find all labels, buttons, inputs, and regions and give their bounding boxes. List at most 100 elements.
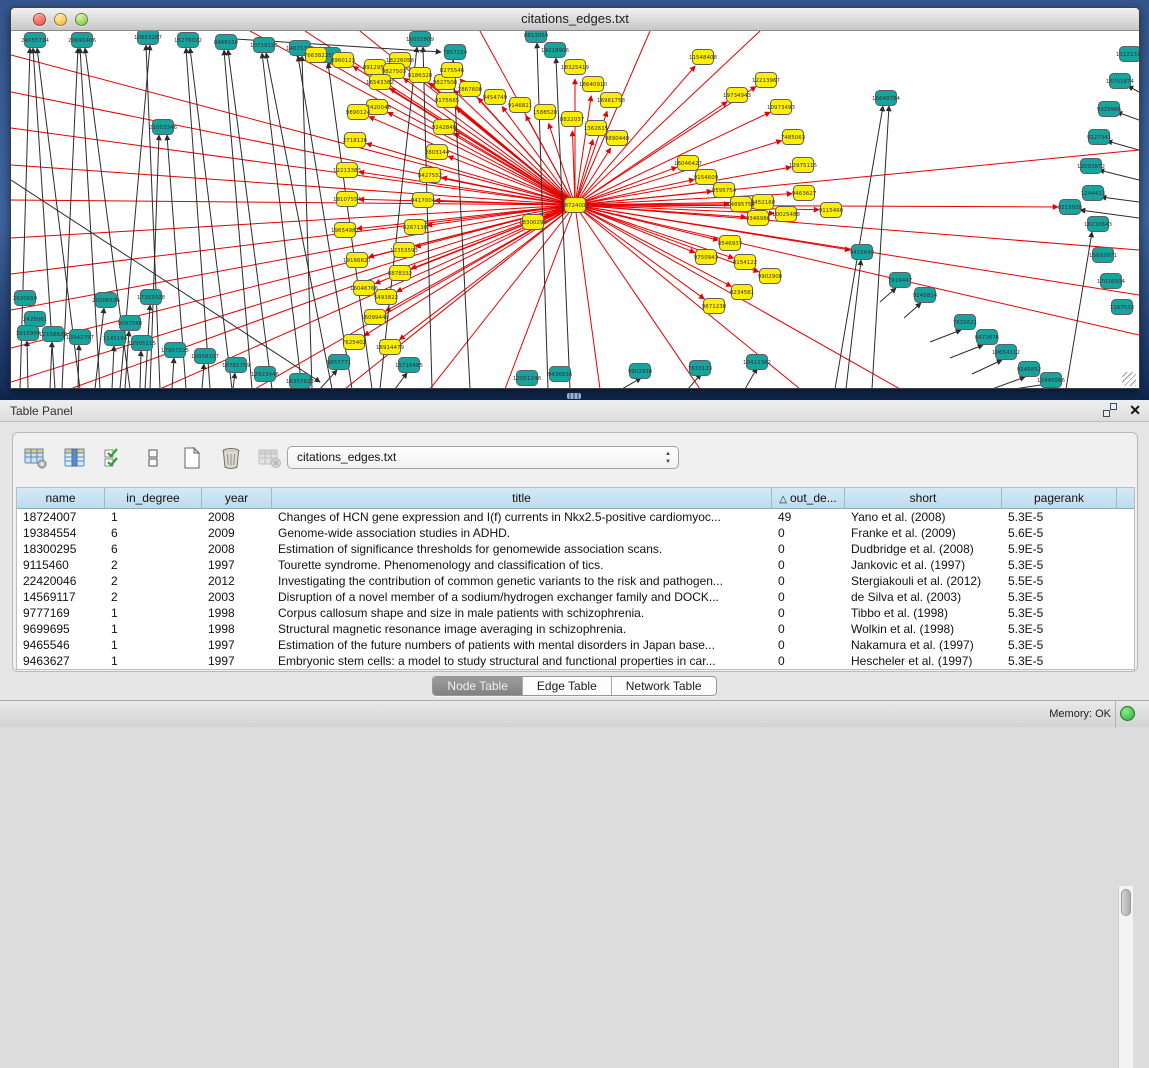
new-document-icon[interactable] [179,445,205,471]
graph-node-8822037[interactable]: 8822037 [560,112,585,127]
graph-node-7663822[interactable]: 7663822 [304,48,329,63]
graph-node-7485063[interactable]: 7485063 [781,130,806,145]
graph-node-8471676[interactable]: 8471676 [975,330,1000,345]
graph-node-7632621[interactable]: 7632621 [953,315,978,330]
graph-node-16961758[interactable]: 16961758 [597,93,625,108]
graph-node-13942757[interactable]: 13942757 [66,330,94,345]
graph-node-15716485[interactable]: 15716485 [395,358,423,373]
graph-node-15692971[interactable]: 15692971 [1089,248,1117,263]
graph-node-19734943[interactable]: 19734943 [723,88,751,103]
citation-network-graph[interactable]: 2405572420691406106532871527602284661601… [11,31,1139,388]
table-row[interactable]: 1456911722003Disruption of a novel membe… [17,589,1134,605]
graph-node-10654112[interactable]: 10654112 [992,345,1020,360]
table-row[interactable]: 977716911998Corpus callosum shape and si… [17,605,1134,621]
graph-node-12093872[interactable]: 12093872 [1077,159,1105,174]
graph-node-17957225[interactable]: 17957225 [161,343,189,358]
column-header-pagerank[interactable]: pagerank [1002,488,1117,508]
graph-node-8813054[interactable]: 8813054 [524,31,549,43]
graph-node-16914479[interactable]: 16914479 [376,340,404,355]
graph-node-17353928[interactable]: 17353928 [137,290,165,305]
graph-node-20206536[interactable]: 20206536 [92,293,120,308]
graph-node-2620659[interactable]: 2620659 [13,291,38,306]
delete-trash-icon[interactable] [218,445,244,471]
graph-node-9417004[interactable]: 9417004 [411,193,436,208]
graph-node-24055724[interactable]: 24055724 [21,33,49,48]
graph-node-9245852[interactable]: 9245852 [1017,362,1042,377]
graph-node-12156829[interactable]: 12156829 [39,327,67,342]
graph-node-17016504[interactable]: 17016504 [1097,274,1125,289]
graph-node-8427552[interactable]: 8427552 [418,168,443,183]
graph-node-1362615[interactable]: 1362615 [584,121,609,136]
table-row[interactable]: 1872400712008Changes of HCN gene express… [17,509,1134,525]
graph-node-8960123[interactable]: 8960123 [331,53,356,68]
graph-node-12923446[interactable]: 12923446 [251,367,279,382]
network-canvas[interactable]: 2405572420691406106532871527602284661601… [11,31,1139,388]
graph-node-8275546[interactable]: 8275546 [440,63,465,78]
graph-node-8595754[interactable]: 8595754 [712,183,737,198]
graph-node-20691406[interactable]: 20691406 [68,33,96,48]
table-source-combobox[interactable]: citations_edges.txt ▲▼ [287,446,679,469]
merge-rows-icon[interactable] [140,445,166,471]
graph-node-9175685[interactable]: 9175685 [435,93,460,108]
table-row[interactable]: 946362711997Embryonic stem cells: a mode… [17,653,1134,669]
graph-node-1145194[interactable]: 1145194 [103,331,128,346]
table-row[interactable]: 911546021997Tourette syndrome. Phenomeno… [17,557,1134,573]
panel-divider-grip[interactable] [567,393,581,399]
graph-node-8267130[interactable]: 8267130 [403,220,428,235]
graph-node-18640910[interactable]: 18640910 [579,77,607,92]
float-panel-icon[interactable] [1103,403,1117,417]
graph-node-8154122[interactable]: 8154122 [733,255,758,270]
graph-node-8546937[interactable]: 8546937 [718,236,743,251]
graph-node-9097588[interactable]: 9097588 [118,316,143,331]
graph-node-19166827[interactable]: 19166827 [343,253,371,268]
column-header-name[interactable]: name [17,488,105,508]
graph-node-7857224[interactable]: 7857224 [443,45,468,60]
window-resize-grip[interactable] [1122,372,1136,386]
graph-node-9890448[interactable]: 9890448 [605,131,630,146]
graph-node-18107554[interactable]: 18107554 [333,192,361,207]
graph-node-7633133[interactable]: 7633133 [688,361,713,376]
table-row[interactable]: 1830029562008Estimation of significance … [17,541,1134,557]
column-header-in_degree[interactable]: in_degree [105,488,202,508]
graph-node-2718126[interactable]: 2718126 [343,133,368,148]
graph-node-9242848[interactable]: 9242848 [432,120,457,135]
scrollbar-thumb[interactable] [1121,889,1131,916]
close-panel-icon[interactable]: ✕ [1129,403,1141,417]
column-header-title[interactable]: title [272,488,772,508]
column-header-short[interactable]: short [845,488,1002,508]
graph-node-9890124[interactable]: 9890124 [346,105,371,120]
graph-node-12445566[interactable]: 12445566 [1037,373,1065,388]
graph-node-16648784[interactable]: 16648784 [872,91,900,106]
table-settings-icon[interactable] [23,445,49,471]
graph-node-12353593[interactable]: 12353593 [390,243,418,258]
graph-node-8234561[interactable]: 8234561 [730,285,755,300]
graph-node-1588520[interactable]: 1588520 [533,105,558,120]
table-vertical-scrollbar[interactable] [1118,886,1133,1068]
memory-ok-icon[interactable] [1120,706,1135,721]
graph-node-14895754[interactable]: 14895754 [727,197,755,212]
graph-node-8186328[interactable]: 8186328 [408,68,433,83]
graph-node-21053346[interactable]: 21053346 [149,120,177,135]
graph-node-18325419[interactable]: 18325419 [561,60,589,75]
table-row[interactable]: 946554611997Estimation of the future num… [17,637,1134,653]
graph-node-9750943[interactable]: 9750943 [694,250,719,265]
graph-node-8454749[interactable]: 8454749 [483,90,508,105]
tab-network-table[interactable]: Network Table [611,677,716,695]
graph-node-1244413[interactable]: 1244413 [1081,186,1106,201]
graph-node-12975115[interactable]: 12975115 [789,158,817,173]
graph-node-8878332[interactable]: 8878332 [388,266,413,281]
graph-node-9115460[interactable]: 9115460 [819,203,844,218]
graph-node-9329966[interactable]: 9329966 [1097,102,1122,117]
column-header-out_de[interactable]: △out_de... [772,488,845,508]
graph-node-9857771[interactable]: 9857771 [327,355,352,370]
graph-node-19654982[interactable]: 19654982 [331,223,359,238]
graph-node-16046766[interactable]: 16046766 [350,281,378,296]
graph-node-8466160[interactable]: 8466160 [214,35,239,50]
graph-node-19218906[interactable]: 19218906 [541,43,569,58]
graph-node-7625402[interactable]: 7625402 [342,335,367,350]
graph-node-9463627[interactable]: 9463627 [792,186,817,201]
close-window-icon[interactable] [33,13,46,26]
graph-node-16543382[interactable]: 16543382 [366,75,394,90]
graph-node-10412382[interactable]: 10412382 [743,355,771,370]
graph-node-9902938[interactable]: 9902938 [628,364,653,379]
